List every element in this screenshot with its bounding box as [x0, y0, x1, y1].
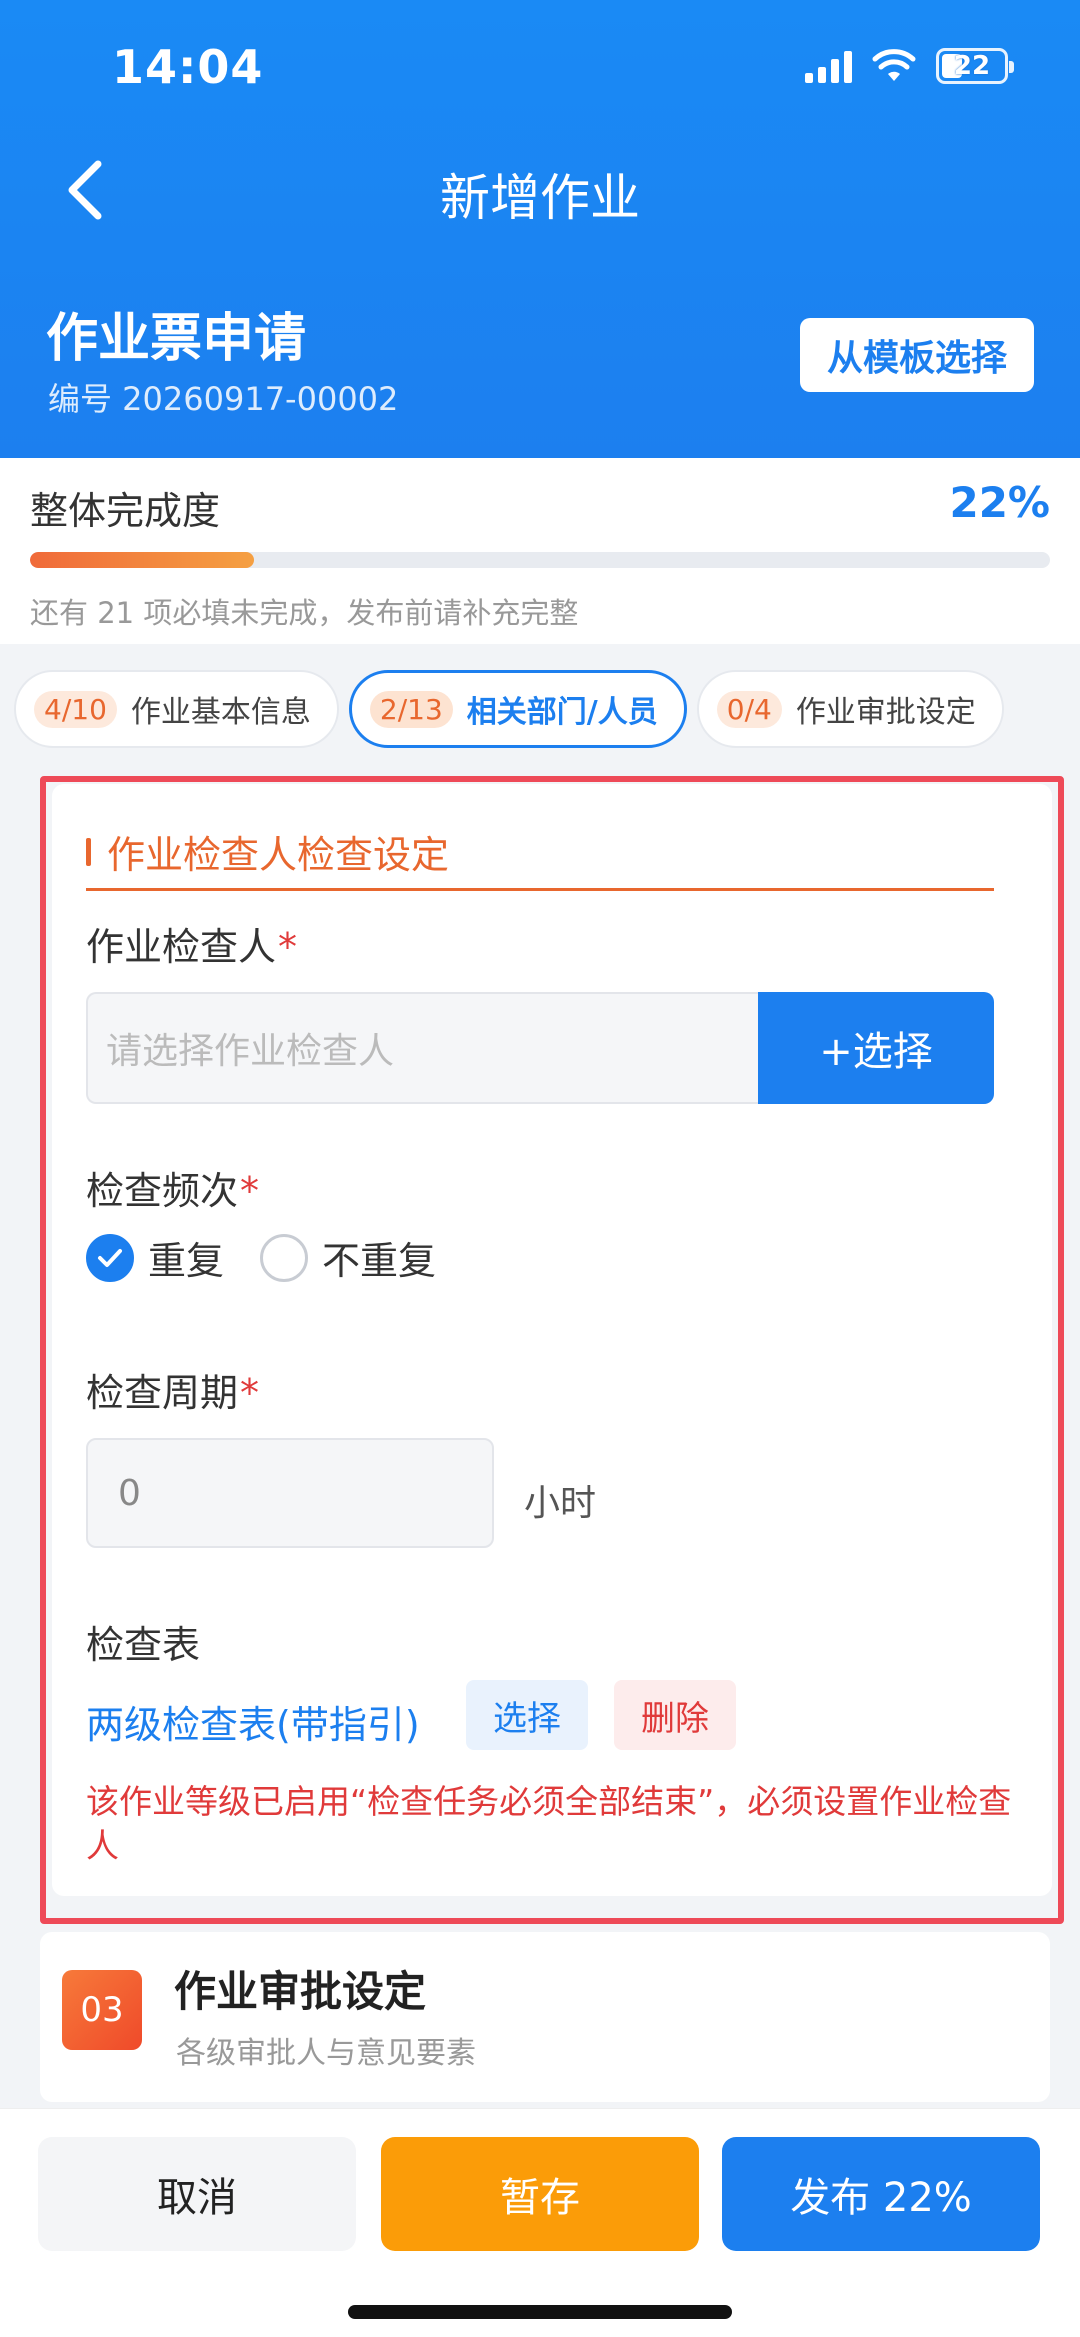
step-number-badge: 03	[62, 1970, 142, 2050]
battery-icon: 22	[936, 48, 1014, 84]
tab-approval-settings[interactable]: 0/4 作业审批设定	[696, 670, 1004, 748]
home-indicator[interactable]	[348, 2305, 732, 2319]
cancel-button[interactable]: 取消	[38, 2137, 356, 2251]
wifi-icon	[872, 49, 916, 81]
tab-departments-personnel[interactable]: 2/13 相关部门/人员	[348, 670, 687, 748]
tab-label: 相关部门/人员	[466, 695, 658, 730]
save-draft-button[interactable]: 暂存	[381, 2137, 699, 2251]
select-from-template-button[interactable]: 从模板选择	[800, 318, 1034, 392]
section-subtitle: 各级审批人与意见要素	[176, 2036, 476, 2071]
progress-bar	[30, 552, 1050, 568]
form-number: 编号 20260917-00002	[48, 380, 399, 418]
tab-count: 0/4	[716, 690, 782, 728]
progress-label: 整体完成度	[30, 489, 221, 533]
tab-count: 4/10	[34, 690, 117, 728]
page-title: 新增作业	[440, 169, 640, 227]
tab-count: 2/13	[369, 690, 453, 728]
highlight-frame	[40, 776, 1064, 1924]
approval-settings-section[interactable]: 03 作业审批设定 各级审批人与意见要素	[40, 1932, 1050, 2102]
progress-hint: 还有 21 项必填未完成，发布前请补充完整	[30, 596, 579, 630]
tab-label: 作业审批设定	[795, 695, 976, 730]
bottom-action-bar: 取消 暂存 发布 22%	[0, 2108, 1080, 2337]
tab-label: 作业基本信息	[130, 695, 311, 730]
battery-level: 22	[953, 51, 991, 81]
completion-progress: 整体完成度 22% 还有 21 项必填未完成，发布前请补充完整	[0, 458, 1080, 644]
progress-bar-fill	[30, 552, 255, 568]
step-tabs: 4/10 作业基本信息 2/13 相关部门/人员 0/4 作业审批设定	[14, 670, 1080, 748]
status-time: 14:04	[112, 40, 264, 94]
cellular-signal-icon	[805, 49, 852, 83]
app-header: 14:04 22 新增作业 作业票申请 编号 20260917-00002 从模…	[0, 0, 1080, 458]
progress-percent: 22%	[949, 478, 1050, 527]
tab-basic-info[interactable]: 4/10 作业基本信息	[14, 670, 339, 748]
status-icons: 22	[805, 48, 1014, 84]
publish-button[interactable]: 发布 22%	[722, 2137, 1040, 2251]
form-title: 作业票申请	[46, 309, 307, 369]
section-heading: 作业审批设定	[174, 1967, 427, 2016]
